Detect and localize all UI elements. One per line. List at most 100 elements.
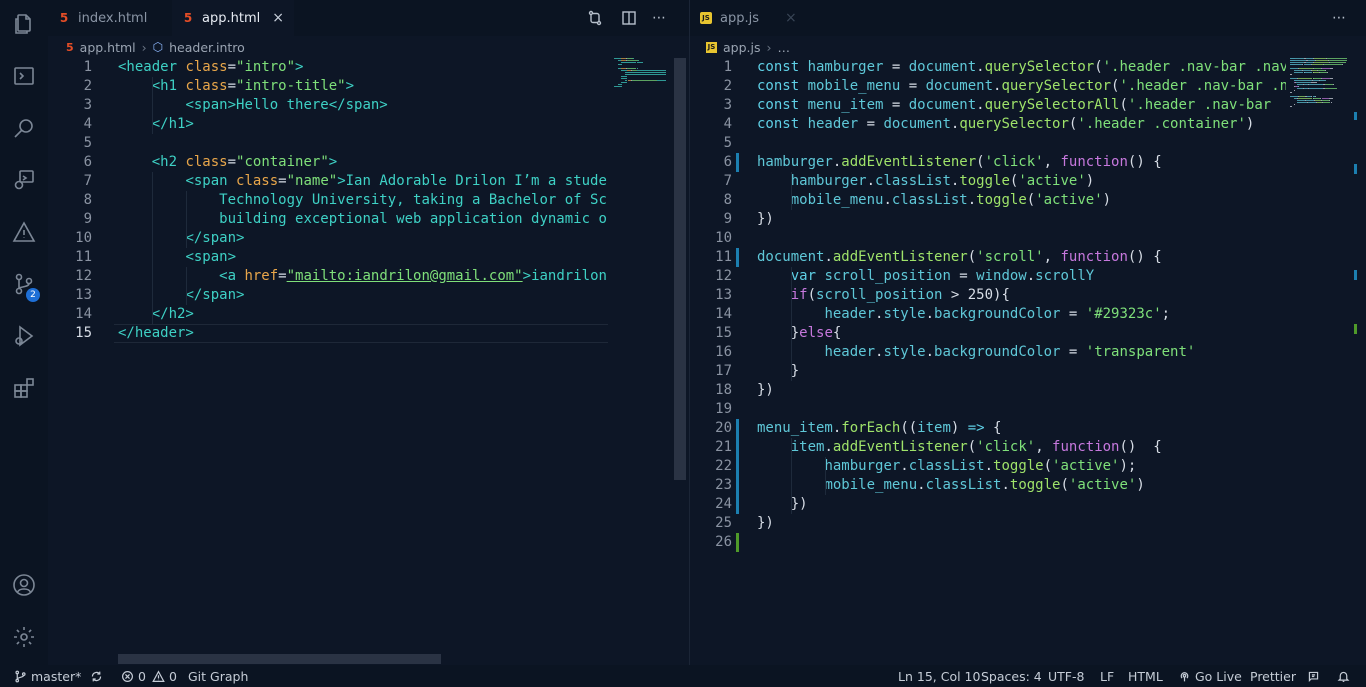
code-token: </h1> (151, 116, 194, 132)
code-line: item.addEventListener('click', function(… (757, 438, 1162, 457)
minimap-line (1295, 62, 1305, 63)
notifications-bell-icon[interactable] (1337, 665, 1354, 687)
cursor-position[interactable]: Ln 15, Col 10 (898, 665, 980, 687)
tab-index-html[interactable]: 5 index.html (48, 0, 170, 36)
encoding[interactable]: UTF-8 (1048, 665, 1084, 687)
split-editor-icon[interactable] (620, 9, 638, 27)
code-line: } (757, 362, 799, 381)
close-icon[interactable]: × (272, 10, 284, 26)
code-token: . (1026, 268, 1036, 284)
line-number: 26 (715, 534, 732, 550)
code-token: . (925, 306, 935, 322)
branch-indicator[interactable]: master* (14, 665, 81, 687)
breadcrumb-symbol[interactable]: header.intro (169, 40, 245, 55)
terminal-icon[interactable] (0, 56, 48, 96)
minimap-line (1298, 86, 1299, 87)
code-token: > (337, 173, 346, 189)
code-token: function (1052, 439, 1120, 455)
code-token: header (807, 116, 867, 132)
code-line: <span class="name">Ian Adorable Drilon I… (118, 172, 606, 191)
code-line: <header class="intro"> (118, 58, 303, 77)
html-editor[interactable]: 1 2 3 4 5 6 7 8 9 10 11 12 13 14 15 <header class="intr… (48, 58, 608, 658)
tab-app-html[interactable]: 5 app.html × (172, 0, 294, 36)
minimap-line (1308, 88, 1324, 89)
code-token: . (925, 344, 935, 360)
code-token: function (1060, 154, 1128, 170)
code-line: hamburger.addEventListener('click', func… (757, 153, 1162, 172)
indent-guide (152, 172, 153, 324)
minimap-line (1297, 102, 1308, 103)
code-line: const header = document.querySelector('.… (757, 115, 1254, 134)
code-token: addEventListener (832, 439, 968, 455)
code-token: = (891, 59, 909, 75)
activity-bar: 2 (0, 0, 48, 665)
minimap-line (1333, 84, 1335, 85)
error-count: 0 (138, 668, 146, 684)
prettier-button[interactable]: Prettier (1250, 665, 1296, 687)
code-token: const (757, 97, 808, 113)
line-number: 6 (83, 154, 92, 170)
feedback-icon[interactable] (1307, 665, 1324, 687)
js-file-icon: JS (700, 12, 712, 24)
breadcrumb-file[interactable]: app.html (80, 40, 136, 55)
code-token: "intro" (236, 59, 296, 75)
code-token: <span> (185, 97, 237, 113)
source-control-icon[interactable]: 2 (0, 264, 48, 304)
code-token: . (824, 439, 833, 455)
end-of-line[interactable]: LF (1100, 665, 1114, 687)
files-icon[interactable] (0, 4, 48, 44)
problems-indicator[interactable]: 0 0 (121, 665, 177, 687)
code-line: const menu_item = document.querySelector… (757, 96, 1280, 115)
vertical-scrollbar[interactable] (674, 58, 686, 480)
minimap[interactable] (614, 58, 674, 98)
git-graph-button[interactable]: Git Graph (188, 665, 248, 687)
line-number: 12 (75, 268, 92, 284)
minimap[interactable] (1290, 58, 1354, 108)
code-token: }) (790, 496, 808, 512)
code-line: mobile_menu.classList.toggle('active') (757, 191, 1111, 210)
more-actions-icon[interactable]: ⋯ (1330, 9, 1348, 27)
code-token: document (908, 97, 977, 113)
code-token: else (799, 325, 833, 341)
code-token: ) (1102, 192, 1112, 208)
close-icon[interactable]: × (785, 10, 797, 26)
debug-icon[interactable] (0, 160, 48, 200)
search-icon[interactable] (0, 108, 48, 148)
code-token: function (1060, 249, 1128, 265)
line-number: 9 (83, 211, 92, 227)
minimap-line (626, 68, 637, 69)
go-live-button[interactable]: Go Live (1178, 665, 1242, 687)
code-token: toggle (993, 458, 1044, 474)
minimap-line (1314, 62, 1329, 63)
code-token: ; (1161, 306, 1171, 322)
indentation[interactable]: Spaces: 4 (981, 665, 1042, 687)
extensions-icon[interactable] (0, 368, 48, 408)
warning-icon[interactable] (0, 212, 48, 252)
settings-gear-icon[interactable] (0, 617, 48, 657)
compare-changes-icon[interactable] (586, 9, 604, 27)
line-number: 14 (715, 306, 732, 322)
code-token: var (790, 268, 825, 284)
more-actions-icon[interactable]: ⋯ (650, 9, 668, 27)
account-icon[interactable] (0, 565, 48, 605)
tab-app-js[interactable]: JS app.js × (690, 0, 800, 36)
breadcrumb-rest[interactable]: … (778, 40, 791, 55)
sync-icon[interactable] (90, 665, 107, 687)
minimap-line (1297, 80, 1312, 81)
code-token: header (824, 306, 876, 322)
line-number: 11 (715, 249, 732, 265)
gutter-change-mark (736, 153, 739, 172)
horizontal-scrollbar[interactable] (118, 654, 441, 664)
js-editor[interactable]: 1 2 3 4 5 6 7 8 9 10 11 12 13 14 15 16 17 18 19 20 21 22 23 24 2… (690, 58, 1286, 658)
breadcrumb-file[interactable]: app.js (723, 40, 761, 55)
code-token: toggle (1009, 477, 1061, 493)
run-debug-icon[interactable] (0, 316, 48, 356)
code-token: = (278, 173, 287, 189)
code-token: Technology University, taking a Bachelor… (219, 192, 607, 208)
line-number: 5 (723, 135, 732, 151)
line-number: 8 (723, 192, 732, 208)
code-token: 'click' (976, 439, 1036, 455)
language-mode[interactable]: HTML (1128, 665, 1163, 687)
